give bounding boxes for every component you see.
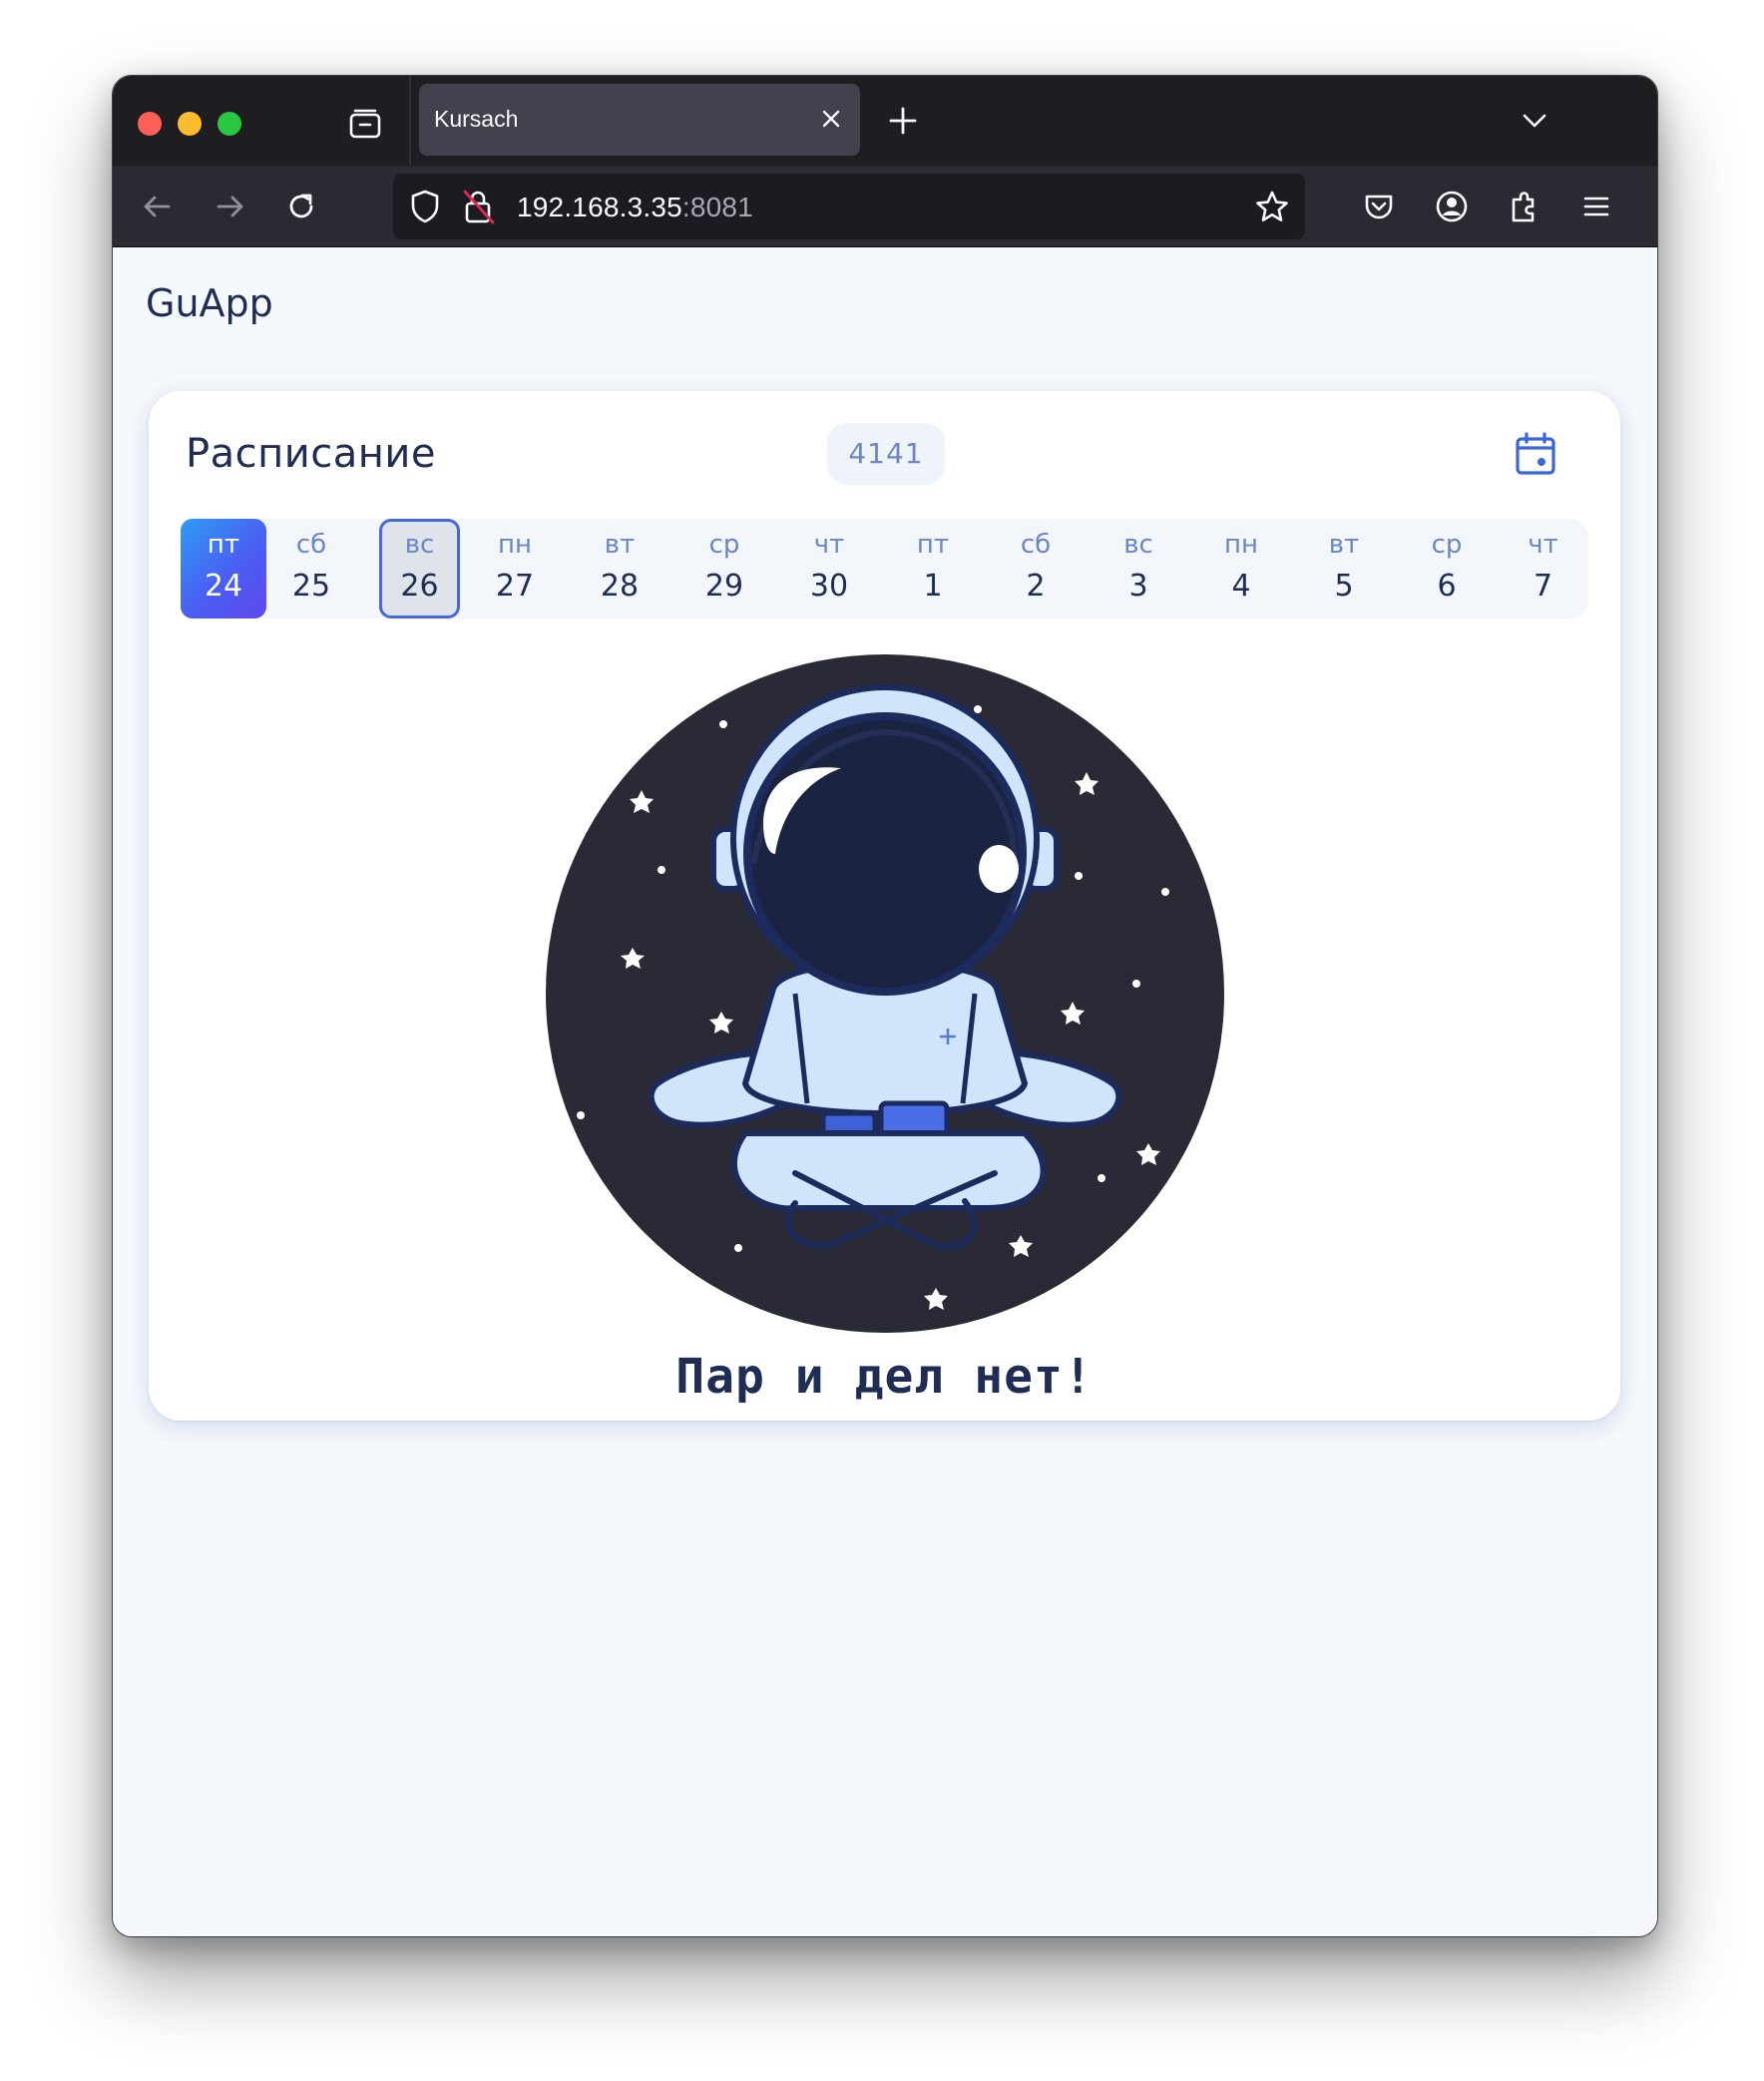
day-date: 28: [600, 569, 640, 604]
tab-bar: Kursach: [113, 76, 1657, 166]
calendar-icon[interactable]: [1514, 431, 1557, 477]
close-window-button[interactable]: [138, 112, 162, 136]
app-brand[interactable]: GuApp: [146, 281, 273, 325]
plus-icon[interactable]: [886, 104, 920, 138]
url-text[interactable]: 192.168.3.35:8081: [517, 192, 753, 223]
day-weekday: сб: [295, 530, 327, 560]
screen: Kursach 192.168.3.35:8081 GuApp Расписан…: [0, 0, 1764, 2081]
day-weekday: пт: [207, 530, 240, 560]
navigation-bar: 192.168.3.35:8081: [113, 166, 1657, 247]
day-cell[interactable]: ср 6: [1396, 519, 1498, 619]
day-date: 29: [704, 569, 744, 604]
chevron-down-icon[interactable]: [1520, 106, 1549, 136]
pocket-icon[interactable]: [1360, 188, 1398, 225]
schedule-card: Расписание 4141 пт 24 сб 25 вс 26 пн 27 …: [149, 391, 1620, 1421]
day-cell[interactable]: сб 25: [268, 519, 354, 619]
hamburger-menu-icon[interactable]: [1577, 188, 1615, 225]
insecure-lock-icon[interactable]: [461, 187, 497, 226]
day-weekday: чт: [1528, 530, 1558, 560]
tab-manager-icon[interactable]: [345, 104, 385, 144]
page-content: GuApp Расписание 4141 пт 24 сб 25 вс 26 …: [113, 247, 1657, 1936]
day-cell[interactable]: вт 5: [1293, 519, 1395, 619]
astronaut-illustration: [546, 654, 1224, 1333]
shield-icon[interactable]: [407, 188, 443, 225]
day-weekday: пн: [1224, 530, 1258, 560]
day-date: 2: [1026, 569, 1046, 604]
day-date: 1: [923, 569, 943, 604]
day-date: 5: [1334, 569, 1354, 604]
day-date: 26: [400, 569, 439, 604]
day-weekday: ср: [1431, 530, 1463, 560]
day-cell[interactable]: пн 27: [463, 519, 567, 619]
day-weekday: вс: [1123, 530, 1153, 560]
day-cell[interactable]: ср 29: [672, 519, 776, 619]
tab-divider: [409, 76, 411, 166]
day-strip: пт 24 сб 25 вс 26 пн 27 вт 28 ср 29 чт 3…: [181, 519, 1588, 619]
day-cell[interactable]: пн 4: [1190, 519, 1292, 619]
day-cell[interactable]: сб 2: [985, 519, 1087, 619]
browser-window: Kursach 192.168.3.35:8081 GuApp Расписан…: [112, 75, 1658, 1937]
minimize-window-button[interactable]: [178, 112, 202, 136]
empty-schedule-message: Пар и дел нет!: [675, 1349, 1094, 1405]
day-date: 3: [1128, 569, 1148, 604]
day-cell[interactable]: пт 1: [882, 519, 984, 619]
arrow-left-icon[interactable]: [139, 188, 177, 225]
day-cell-today[interactable]: вс 26: [379, 519, 460, 619]
day-cell[interactable]: вт 28: [568, 519, 671, 619]
maximize-window-button[interactable]: [218, 112, 241, 136]
arrow-right-icon[interactable]: [211, 188, 248, 225]
day-weekday: чт: [813, 530, 845, 560]
schedule-title: Расписание: [186, 431, 437, 477]
day-date: 6: [1437, 569, 1457, 604]
close-icon[interactable]: [818, 106, 844, 132]
day-date: 27: [495, 569, 535, 604]
url-bar[interactable]: 192.168.3.35:8081: [393, 174, 1305, 239]
day-cell[interactable]: чт 30: [777, 519, 881, 619]
day-date: 24: [204, 569, 243, 604]
day-weekday: пн: [498, 530, 532, 560]
day-cell-selected[interactable]: пт 24: [181, 519, 266, 619]
url-host: 192.168.3.35: [517, 192, 682, 222]
account-icon[interactable]: [1433, 188, 1471, 225]
url-port: :8081: [681, 192, 753, 222]
day-weekday: сб: [1020, 530, 1052, 560]
day-weekday: вс: [404, 530, 435, 560]
tab-kursach[interactable]: Kursach: [419, 84, 860, 156]
reload-icon[interactable]: [282, 188, 320, 225]
puzzle-icon[interactable]: [1506, 188, 1544, 225]
day-weekday: вт: [604, 530, 636, 560]
day-cell[interactable]: вс 3: [1088, 519, 1189, 619]
day-weekday: пт: [916, 530, 950, 560]
day-date: 25: [291, 569, 331, 604]
day-date: 4: [1231, 569, 1251, 604]
day-weekday: вт: [1328, 530, 1360, 560]
tab-title: Kursach: [434, 106, 519, 132]
star-icon[interactable]: [1253, 189, 1291, 226]
day-cell[interactable]: чт 7: [1498, 519, 1588, 619]
day-date: 7: [1533, 569, 1553, 604]
group-badge[interactable]: 4141: [827, 423, 945, 485]
day-weekday: ср: [708, 530, 740, 560]
day-date: 30: [809, 569, 849, 604]
